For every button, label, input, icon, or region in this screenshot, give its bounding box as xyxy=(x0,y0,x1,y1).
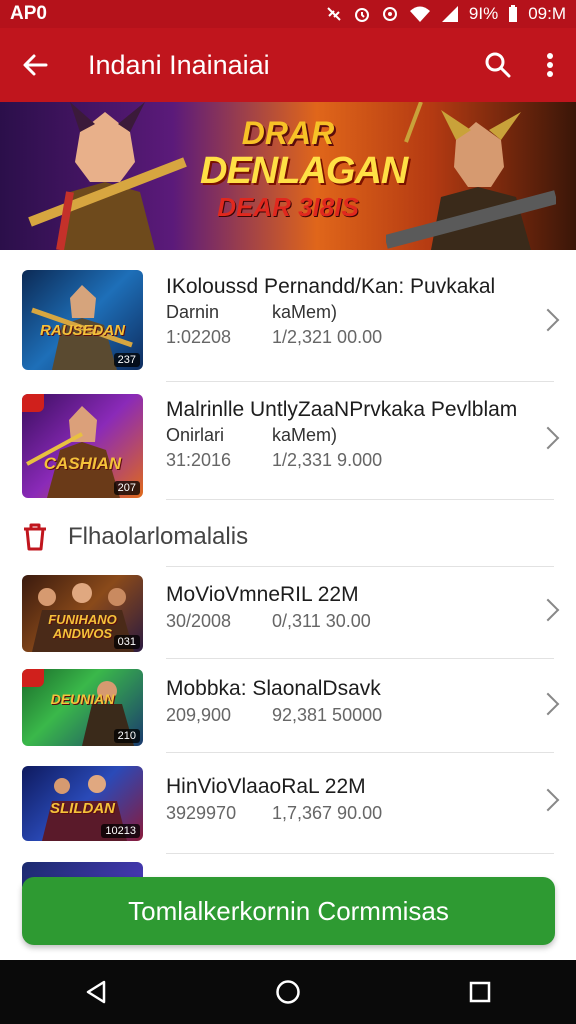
nav-home-icon xyxy=(276,980,300,1004)
signal-icon xyxy=(441,6,458,22)
thumbnail-title: DEUNIAN xyxy=(50,691,115,707)
divider xyxy=(166,752,554,753)
battery-icon xyxy=(509,5,518,22)
section-header: Flhaolarlomalalis xyxy=(0,514,576,560)
item-stat: 3929970 xyxy=(166,803,237,823)
arrow-back-icon xyxy=(23,54,48,76)
game-thumbnail: CASHIAN 207 xyxy=(22,394,143,498)
game-thumbnail: RAUSEDAN 237 xyxy=(22,270,143,370)
game-thumbnail: DEUNIAN 210 xyxy=(22,669,143,746)
trash-icon xyxy=(24,523,46,551)
app-bar: Indani Inainaiai xyxy=(0,28,576,102)
more-vert-icon xyxy=(547,53,553,77)
item-stat: 30/2008 xyxy=(166,611,232,631)
divider xyxy=(166,499,554,500)
item-info: HinVioVlaaoRaL 22M 3929970 1,7,367 90.00 xyxy=(166,774,536,826)
divider xyxy=(166,853,554,854)
item-price: 0/,311 30.00 xyxy=(272,611,371,631)
item-info: MoVioVmneRIL 22M 30/2008 0/,311 30.00 xyxy=(166,582,536,634)
nav-back-button[interactable] xyxy=(66,960,126,1024)
clock-text: 09:M xyxy=(528,4,566,23)
thumbnail-corner xyxy=(22,394,44,412)
item-price: 1/2,331 9.000 xyxy=(272,450,383,470)
thumbnail-badge: 031 xyxy=(113,635,140,649)
nav-recents-button[interactable] xyxy=(450,960,510,1024)
item-stat: 1:02208 xyxy=(166,327,232,347)
thumbnail-title: CASHIAN xyxy=(43,454,122,473)
item-price: 92,381 50000 xyxy=(272,705,383,725)
thumbnail-title: SLILDAN xyxy=(50,800,115,817)
item-subtitle-2: kaMem) xyxy=(272,302,338,322)
item-name: Malrinlle UntlyZaaNPrvkaka Pevlblam xyxy=(166,398,518,421)
item-info: Malrinlle UntlyZaaNPrvkaka Pevlblam Onir… xyxy=(166,397,536,473)
thumbnail-badge: 10213 xyxy=(101,824,140,838)
status-bar: AP0 9I% 09:M xyxy=(0,0,576,28)
more-options-button[interactable] xyxy=(524,28,576,102)
divider xyxy=(166,381,554,382)
chevron-right-icon xyxy=(536,426,560,450)
wifi-icon xyxy=(409,6,430,22)
item-name: Mobbka: SlaonalDsavk xyxy=(166,677,381,700)
featured-item[interactable]: RAUSEDAN 237 IKoloussd Pernandd/Kan: Puv… xyxy=(0,262,576,378)
system-nav-bar xyxy=(0,960,576,1024)
chevron-right-icon xyxy=(536,788,560,812)
banner-line-2: DENLAGAN xyxy=(200,150,408,192)
banner-line-3: DEAR 3I8IS xyxy=(217,192,359,222)
hero-right-image xyxy=(386,102,556,250)
item-subtitle: Darnin xyxy=(166,302,220,322)
item-name: HinVioVlaaoRaL 22M xyxy=(166,775,366,798)
chevron-right-icon xyxy=(536,598,560,622)
featured-item[interactable]: CASHIAN 207 Malrinlle UntlyZaaNPrvkaka P… xyxy=(0,384,576,500)
promo-banner[interactable]: DRAR DENLAGAN DEAR 3I8IS xyxy=(0,102,576,250)
divider xyxy=(166,658,554,659)
item-name: MoVioVmneRIL 22M xyxy=(166,583,359,606)
nav-back-icon xyxy=(86,980,106,1004)
battery-text: 9I% xyxy=(468,4,499,23)
chevron-right-icon xyxy=(536,692,560,716)
item-subtitle: Onirlari xyxy=(166,425,225,445)
section-title: Flhaolarlomalalis xyxy=(68,523,249,550)
list-item[interactable]: FUNIHANO ANDWOS 031 MoVioVmneRIL 22M 30/… xyxy=(0,570,576,658)
search-icon xyxy=(485,52,511,78)
search-button[interactable] xyxy=(472,28,524,102)
item-stat: 31:2016 xyxy=(166,450,232,470)
nav-recents-icon xyxy=(469,981,491,1003)
item-name: IKoloussd Pernandd/Kan: Puvkakal xyxy=(166,275,496,298)
banner-headline: DRAR DENLAGAN DEAR 3I8IS xyxy=(200,115,408,222)
back-button[interactable] xyxy=(0,28,70,102)
item-stat: 209,900 xyxy=(166,705,232,725)
game-thumbnail: FUNIHANO ANDWOS 031 xyxy=(22,575,143,652)
item-subtitle-2: kaMem) xyxy=(272,425,338,445)
nav-home-button[interactable] xyxy=(258,960,318,1024)
banner-line-1: DRAR xyxy=(241,115,335,151)
carrier-text: AP0 xyxy=(10,3,47,24)
status-icons: 9I% 09:M xyxy=(325,4,566,24)
sync-icon xyxy=(382,7,397,21)
chevron-right-icon xyxy=(536,308,560,332)
thumbnail-title: RAUSEDAN xyxy=(39,322,125,339)
list-item[interactable]: DEUNIAN 210 Mobbka: SlaonalDsavk 209,900… xyxy=(0,662,576,752)
thumbnail-corner xyxy=(22,669,44,687)
primary-action-button[interactable]: Tomlalkerkornin Cormmisas xyxy=(22,877,555,945)
item-info: Mobbka: SlaonalDsavk 209,900 92,381 50000 xyxy=(166,676,536,728)
page-title: Indani Inainaiai xyxy=(88,49,270,80)
thumbnail-badge: 210 xyxy=(113,729,140,743)
mute-icon xyxy=(327,7,341,21)
thumbnail-badge: 207 xyxy=(113,481,140,495)
item-price: 1/2,321 00.00 xyxy=(272,327,383,347)
item-price: 1,7,367 90.00 xyxy=(272,803,383,823)
divider xyxy=(166,566,554,567)
hero-left-image xyxy=(28,102,187,250)
thumbnail-badge: 237 xyxy=(113,353,140,367)
list-item[interactable]: SLILDAN 10213 HinVioVlaaoRaL 22M 3929970… xyxy=(0,756,576,852)
game-thumbnail: SLILDAN 10213 xyxy=(22,766,143,841)
alarm-icon xyxy=(354,8,369,22)
item-info: IKoloussd Pernandd/Kan: Puvkakal Darnin k… xyxy=(166,274,536,350)
